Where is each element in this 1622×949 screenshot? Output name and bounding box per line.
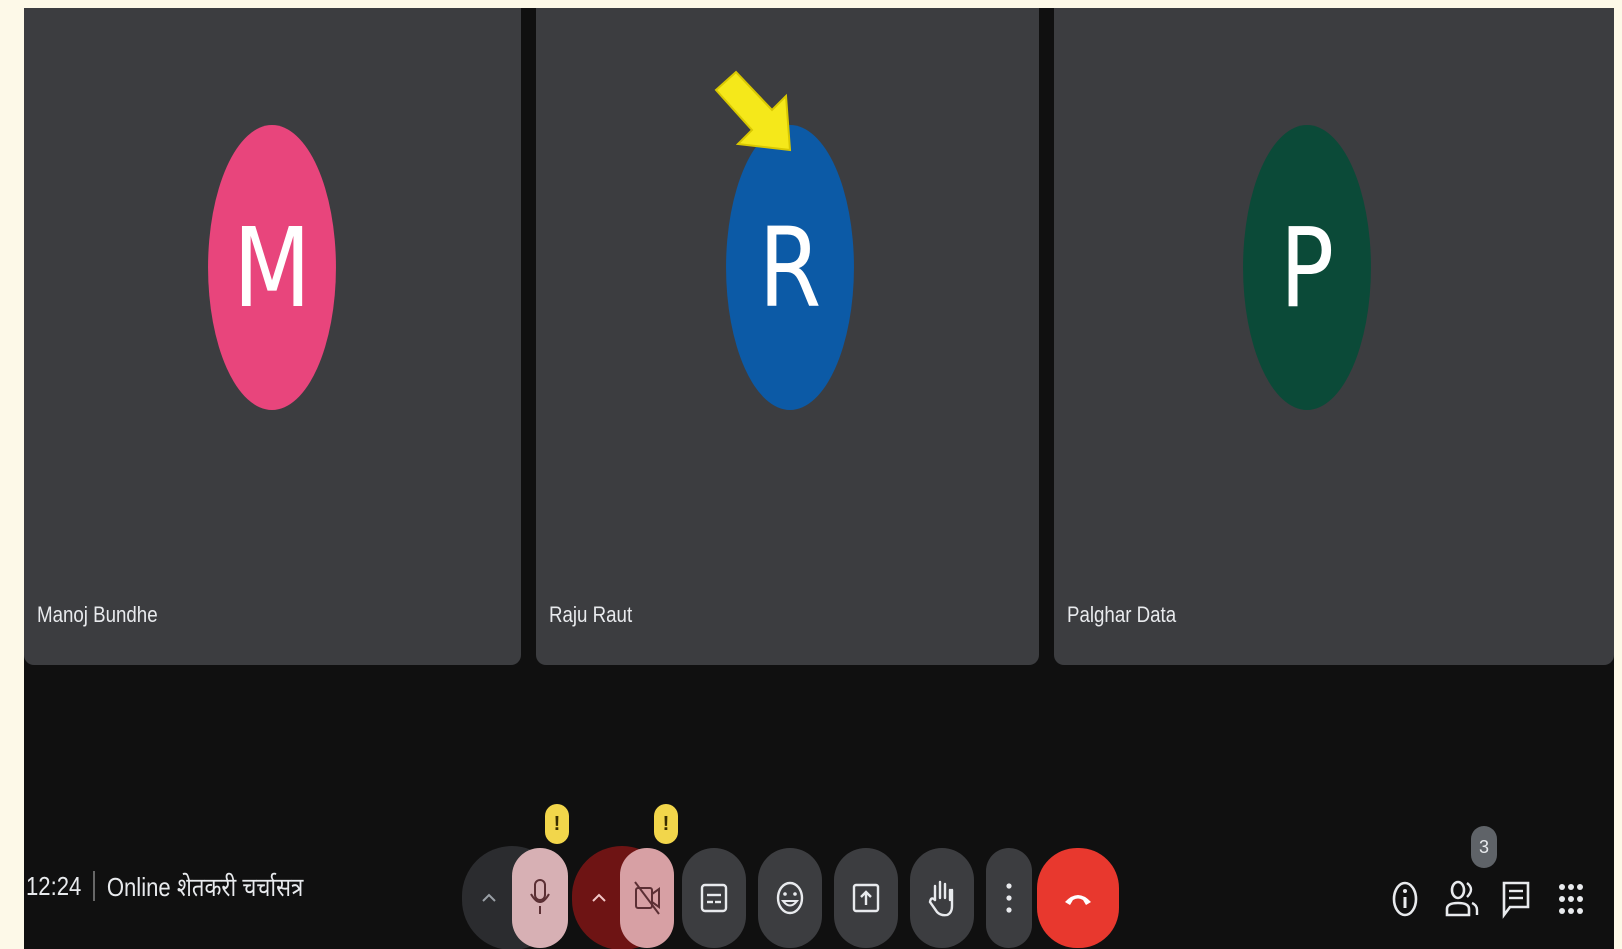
emoji-icon (776, 881, 804, 915)
meeting-details-button[interactable] (1384, 874, 1426, 924)
more-vert-icon (1006, 883, 1012, 913)
chat-button[interactable] (1495, 874, 1537, 924)
hand-icon (928, 880, 954, 917)
mic-warning-badge: ! (545, 804, 569, 844)
raise-hand-button[interactable] (910, 848, 974, 948)
present-screen-button[interactable] (834, 848, 898, 948)
people-count-badge: 3 (1471, 826, 1497, 868)
hang-up-icon (1065, 895, 1091, 905)
microphone-icon (530, 879, 550, 914)
camera-warning-badge: ! (654, 804, 678, 844)
activities-button[interactable] (1550, 874, 1592, 924)
call-controls: ! ! 3 (24, 8, 1614, 949)
chevron-up-icon (592, 893, 606, 902)
microphone-button[interactable] (512, 848, 568, 948)
chevron-up-icon (482, 893, 496, 902)
apps-grid-icon (1559, 884, 1583, 914)
reactions-button[interactable] (758, 848, 822, 948)
people-button[interactable] (1441, 874, 1483, 924)
camera-button[interactable] (620, 848, 674, 948)
leave-call-button[interactable] (1037, 848, 1119, 948)
present-icon (852, 883, 880, 913)
captions-button[interactable] (682, 848, 746, 948)
more-options-button[interactable] (986, 848, 1032, 948)
chat-icon (1502, 881, 1530, 919)
camera-off-icon (634, 881, 660, 915)
captions-icon (700, 883, 728, 913)
info-icon (1392, 881, 1418, 917)
meeting-screen: M Manoj Bundhe R Raju Raut P Palghar Dat… (24, 8, 1614, 949)
people-icon (1445, 880, 1479, 917)
